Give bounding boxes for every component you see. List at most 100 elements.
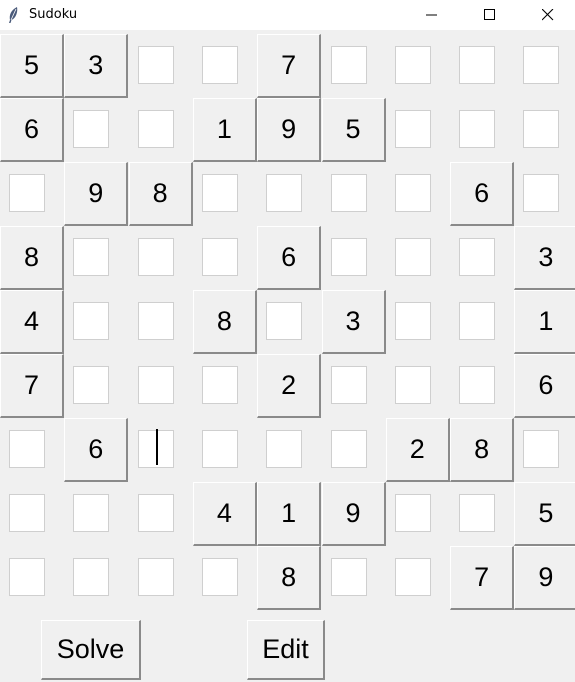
window-title: Sudoku bbox=[29, 7, 78, 22]
edit-button[interactable]: Edit bbox=[247, 620, 325, 680]
cell-r6c2 bbox=[64, 354, 128, 418]
cell-r6c6 bbox=[322, 354, 386, 418]
given-cell-r7c2: 6 bbox=[64, 418, 129, 482]
cell-input-r1c4[interactable] bbox=[201, 46, 238, 84]
given-cell-r5c9: 1 bbox=[514, 290, 575, 354]
cell-r5c2 bbox=[64, 290, 128, 354]
cell-input-r3c4[interactable] bbox=[201, 174, 238, 212]
cell-input-r7c9[interactable] bbox=[523, 430, 560, 468]
cell-input-r7c4[interactable] bbox=[201, 430, 238, 468]
cell-input-r2c8[interactable] bbox=[459, 110, 496, 148]
sudoku-board: 537619598686348317266284195879 bbox=[0, 34, 575, 610]
cell-r3c7 bbox=[386, 162, 450, 226]
given-cell-r4c1: 8 bbox=[0, 226, 64, 290]
cell-r6c3 bbox=[129, 354, 193, 418]
cell-r9c6 bbox=[322, 546, 386, 610]
cell-r7c4 bbox=[193, 418, 257, 482]
cell-input-r4c6[interactable] bbox=[330, 238, 367, 276]
cell-input-r4c3[interactable] bbox=[137, 238, 174, 276]
cell-r1c8 bbox=[450, 34, 514, 98]
cell-input-r2c9[interactable] bbox=[523, 110, 560, 148]
cell-input-r4c7[interactable] bbox=[394, 238, 431, 276]
cell-input-r9c6[interactable] bbox=[330, 558, 367, 596]
cell-input-r1c9[interactable] bbox=[523, 46, 560, 84]
given-cell-r2c4: 1 bbox=[192, 98, 257, 162]
cell-input-r1c8[interactable] bbox=[459, 46, 496, 84]
cell-input-r5c7[interactable] bbox=[394, 302, 431, 340]
cell-r7c6 bbox=[322, 418, 386, 482]
cell-r1c6 bbox=[322, 34, 386, 98]
cell-input-r9c3[interactable] bbox=[137, 558, 174, 596]
cell-input-r4c8[interactable] bbox=[459, 238, 496, 276]
given-cell-r8c5: 1 bbox=[257, 482, 322, 546]
cell-input-r6c6[interactable] bbox=[330, 366, 367, 404]
given-cell-r8c9: 5 bbox=[514, 482, 575, 546]
cell-input-r8c1[interactable] bbox=[9, 494, 45, 532]
cell-input-r1c6[interactable] bbox=[330, 46, 367, 84]
cell-input-r3c6[interactable] bbox=[330, 174, 367, 212]
cell-r5c7 bbox=[386, 290, 450, 354]
cell-input-r1c3[interactable] bbox=[137, 46, 174, 84]
cell-input-r3c7[interactable] bbox=[394, 174, 431, 212]
cell-r9c3 bbox=[129, 546, 193, 610]
cell-input-r8c2[interactable] bbox=[73, 494, 110, 532]
cell-r4c8 bbox=[450, 226, 514, 290]
cell-r3c9 bbox=[514, 162, 575, 226]
cell-input-r9c2[interactable] bbox=[73, 558, 110, 596]
cell-input-r6c2[interactable] bbox=[73, 366, 110, 404]
cell-input-r5c3[interactable] bbox=[137, 302, 174, 340]
cell-r1c3 bbox=[129, 34, 193, 98]
cell-input-r7c6[interactable] bbox=[330, 430, 367, 468]
given-cell-r8c6: 9 bbox=[321, 482, 386, 546]
cell-input-r6c8[interactable] bbox=[459, 366, 496, 404]
cell-input-r3c9[interactable] bbox=[523, 174, 560, 212]
cell-r4c3 bbox=[129, 226, 193, 290]
close-button[interactable] bbox=[519, 0, 575, 30]
cell-input-r5c5[interactable] bbox=[266, 302, 303, 340]
cell-input-r2c2[interactable] bbox=[73, 110, 110, 148]
given-cell-r4c5: 6 bbox=[257, 226, 322, 290]
cell-input-r9c7[interactable] bbox=[394, 558, 431, 596]
given-cell-r5c4: 8 bbox=[192, 290, 257, 354]
cell-input-r4c4[interactable] bbox=[201, 238, 238, 276]
maximize-icon bbox=[484, 9, 495, 20]
cell-input-r9c1[interactable] bbox=[9, 558, 45, 596]
cell-input-r2c3[interactable] bbox=[137, 110, 174, 148]
title-bar: Sudoku bbox=[0, 0, 575, 30]
cell-input-r8c8[interactable] bbox=[459, 494, 496, 532]
cell-input-r7c5[interactable] bbox=[266, 430, 303, 468]
given-cell-r5c6: 3 bbox=[321, 290, 386, 354]
given-cell-r7c7: 2 bbox=[385, 418, 450, 482]
cell-input-r5c8[interactable] bbox=[459, 302, 496, 340]
cell-r7c5 bbox=[257, 418, 321, 482]
solve-button[interactable]: Solve bbox=[41, 620, 141, 680]
cell-input-r4c2[interactable] bbox=[73, 238, 110, 276]
cell-r3c4 bbox=[193, 162, 257, 226]
cell-r6c7 bbox=[386, 354, 450, 418]
cell-input-r3c1[interactable] bbox=[9, 174, 45, 212]
given-cell-r3c8: 6 bbox=[450, 162, 515, 226]
cell-input-r2c7[interactable] bbox=[394, 110, 431, 148]
cell-input-r6c4[interactable] bbox=[201, 366, 238, 404]
cell-r2c7 bbox=[386, 98, 450, 162]
cell-r9c2 bbox=[64, 546, 128, 610]
given-cell-r1c1: 5 bbox=[0, 34, 64, 98]
cell-input-r5c2[interactable] bbox=[73, 302, 110, 340]
cell-input-r8c3[interactable] bbox=[137, 494, 174, 532]
cell-input-r6c7[interactable] bbox=[394, 366, 431, 404]
cell-input-r1c7[interactable] bbox=[394, 46, 431, 84]
cell-r6c8 bbox=[450, 354, 514, 418]
cell-input-r3c5[interactable] bbox=[266, 174, 303, 212]
cell-r7c1 bbox=[0, 418, 64, 482]
minimize-button[interactable] bbox=[403, 0, 461, 30]
cell-input-r9c4[interactable] bbox=[201, 558, 238, 596]
cell-r9c7 bbox=[386, 546, 450, 610]
cell-r8c1 bbox=[0, 482, 64, 546]
cell-r1c7 bbox=[386, 34, 450, 98]
cell-input-r6c3[interactable] bbox=[137, 366, 174, 404]
cell-input-r7c1[interactable] bbox=[9, 430, 45, 468]
cell-input-r8c7[interactable] bbox=[394, 494, 431, 532]
cell-r9c4 bbox=[193, 546, 257, 610]
maximize-button[interactable] bbox=[461, 0, 519, 30]
given-cell-r2c5: 9 bbox=[257, 98, 322, 162]
